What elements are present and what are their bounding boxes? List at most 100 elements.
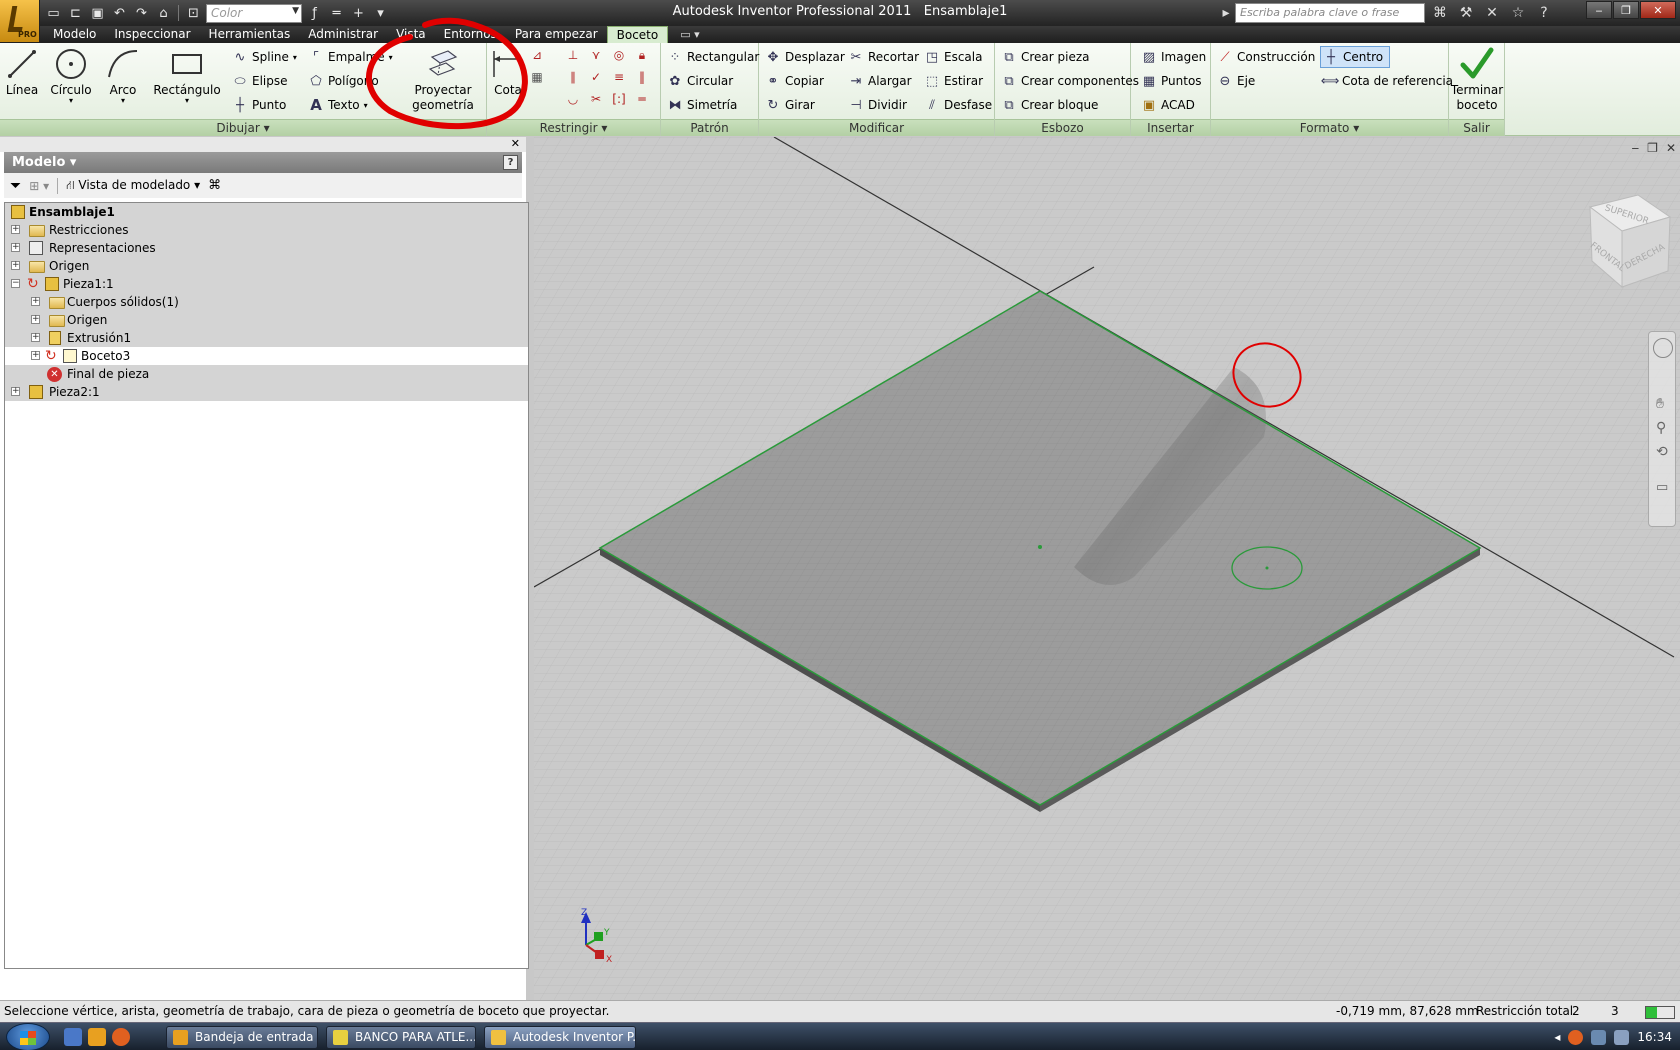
thunderbird-icon[interactable] [88,1028,106,1046]
perpendicular-icon[interactable]: ⊥ [563,45,583,65]
panel-label-formato[interactable]: Formato ▾ [1211,119,1448,136]
punto-button[interactable]: ┼ Punto [232,94,286,116]
graphics-viewport[interactable]: SUPERIOR FRONTAL DERECHA Z Y X ‒ ❐ ✕ ✋︎ … [534,137,1680,1000]
construccion-button[interactable]: ⟋ Construcción [1217,46,1315,68]
measure-icon[interactable]: ═ [327,4,346,23]
expand-search-icon[interactable]: ▸ [1221,3,1231,23]
taskbar-item-banco[interactable]: BANCO PARA ATLE... [326,1026,476,1049]
crear-bloque-button[interactable]: ⧉ Crear bloque [1001,94,1098,116]
desfase-button[interactable]: ⫽ Desfase [924,94,992,116]
escala-button[interactable]: ◳ Escala [924,46,983,68]
tree-node-origen[interactable]: + Origen [5,257,528,275]
center-point[interactable] [1038,545,1042,549]
desplazar-button[interactable]: ✥ Desplazar [765,46,845,68]
tools-icon[interactable]: ✕ [1481,3,1503,23]
horizontal-icon[interactable]: ✂ [586,89,606,109]
wrench-icon[interactable]: ⚒ [1455,3,1477,23]
expand-icon[interactable]: + [31,315,40,324]
fix-lock-icon[interactable]: 🔒︎ [632,45,652,65]
show-desktop-icon[interactable] [64,1028,82,1046]
help-icon[interactable]: ? [503,155,518,170]
tree-node-ensamblaje[interactable]: − Ensamblaje1 [5,203,528,221]
open-folder-icon[interactable]: ⊏ [66,4,85,23]
color-selector[interactable]: Color ▼ [206,3,302,23]
spline-button[interactable]: ∿ Spline ▾ [232,46,297,68]
concentric-icon[interactable]: ◎ [609,45,629,65]
recortar-button[interactable]: ✂ Recortar [848,46,920,68]
acad-button[interactable]: ▣ ACAD [1141,94,1195,116]
expand-icon[interactable]: + [31,333,40,342]
smooth-icon[interactable]: ◡ [563,89,583,109]
estirar-button[interactable]: ⬚ Estirar [924,70,983,92]
filter-icon[interactable]: ⏷ [10,178,21,194]
tab-herramientas[interactable]: Herramientas [200,26,300,43]
structure-icon[interactable]: ⊞ ▾ [29,179,49,193]
circular-pattern-button[interactable]: ✿ Circular [667,70,734,92]
close-icon[interactable]: ✕ [1666,141,1676,155]
star-icon[interactable]: ☆ [1507,3,1529,23]
volume-icon[interactable] [1614,1029,1630,1045]
mirror-button[interactable]: ⧓ Simetría [667,94,738,116]
rectangulo-button[interactable]: Rectángulo ▾ [152,45,222,105]
equal-icon[interactable]: ═ [632,89,652,109]
scene-3d[interactable]: SUPERIOR FRONTAL DERECHA Z Y X [534,137,1680,1000]
coincident-icon[interactable]: ✓ [586,67,606,87]
collinear-icon[interactable]: ≡ [609,67,629,87]
minimize-icon[interactable]: ‒ [1586,1,1612,19]
clock[interactable]: 16:34 [1637,1030,1672,1044]
tab-modelo[interactable]: Modelo [44,26,105,43]
view-mode-dropdown[interactable]: ⛙ Vista de modelado ▾ [66,178,200,194]
search-input[interactable]: Escriba palabra clave o frase [1235,3,1425,23]
cota-referencia-button[interactable]: ⟺ Cota de referencia [1321,70,1453,92]
crear-pieza-button[interactable]: ⧉ Crear pieza [1001,46,1089,68]
copiar-button[interactable]: ⚭ Copiar [765,70,824,92]
tree-node-representaciones[interactable]: + Representaciones [5,239,528,257]
elipse-button[interactable]: ⬭ Elipse [232,70,287,92]
look-at-icon[interactable]: ▭ [1656,480,1668,495]
taskbar-item-inventor[interactable]: Autodesk Inventor P... [484,1026,636,1049]
expand-icon[interactable]: + [31,297,40,306]
tree-node-boceto3[interactable]: + ↻ Boceto3 [5,347,528,365]
browser-title[interactable]: Modelo ▾? [4,152,522,173]
pan-hand-icon[interactable]: ✋︎ [1656,396,1664,412]
zoom-icon[interactable]: ⚲ [1656,420,1666,436]
eje-button[interactable]: ⊖ Eje [1217,70,1256,92]
new-file-icon[interactable]: ▭ [44,4,63,23]
expand-icon[interactable]: + [31,351,40,360]
circulo-button[interactable]: Círculo ▾ [48,45,94,105]
save-icon[interactable]: ▣ [88,4,107,23]
tangent-icon[interactable]: ⋎ [586,45,606,65]
tree-node-pieza2[interactable]: + Pieza2:1 [5,383,528,401]
maximize-icon[interactable]: ❐ [1613,1,1639,19]
collapse-icon[interactable]: − [11,279,20,288]
tree-node-cuerpos-solidos[interactable]: + Cuerpos sólidos(1) [5,293,528,311]
application-menu-button[interactable]: PRO [0,0,40,42]
find-binoculars-icon[interactable]: ⌘ [208,178,221,193]
crear-componentes-button[interactable]: ⧉ Crear componentes [1001,70,1139,92]
centro-button[interactable]: ┼ Centro [1320,46,1391,68]
camera-menu-icon[interactable]: ▭ ▾ [680,26,699,43]
tree-node-pieza1[interactable]: − ↻ Pieza1:1 [5,275,528,293]
linea-button[interactable]: Línea [4,45,40,98]
terminar-boceto-button[interactable]: Terminar boceto [1451,45,1503,113]
expand-icon[interactable]: + [11,243,20,252]
rectangular-pattern-button[interactable]: ⁘ Rectangular [667,46,760,68]
expand-icon[interactable]: + [11,387,20,396]
start-button[interactable] [6,1023,50,1050]
undo-icon[interactable]: ↶ [110,4,129,23]
expand-icon[interactable]: + [11,225,20,234]
vertical-icon[interactable]: ‖ [632,67,652,87]
firefox-icon[interactable] [112,1028,130,1046]
select-icon[interactable]: ⊡ [184,4,203,23]
dividir-button[interactable]: ⊣ Dividir [848,94,907,116]
tree-node-restricciones[interactable]: + Restricciones [5,221,528,239]
expand-icon[interactable]: + [11,261,20,270]
tree-node-origen-pieza[interactable]: + Origen [5,311,528,329]
tab-inspeccionar[interactable]: Inspeccionar [105,26,199,43]
close-icon[interactable]: ✕ [511,137,520,150]
symmetric-icon[interactable]: [:] [609,89,629,109]
close-icon[interactable]: ✕ [1640,1,1676,19]
imagen-button[interactable]: ▨ Imagen [1141,46,1206,68]
girar-button[interactable]: ↻ Girar [765,94,815,116]
firefox-tray-icon[interactable] [1568,1029,1584,1045]
